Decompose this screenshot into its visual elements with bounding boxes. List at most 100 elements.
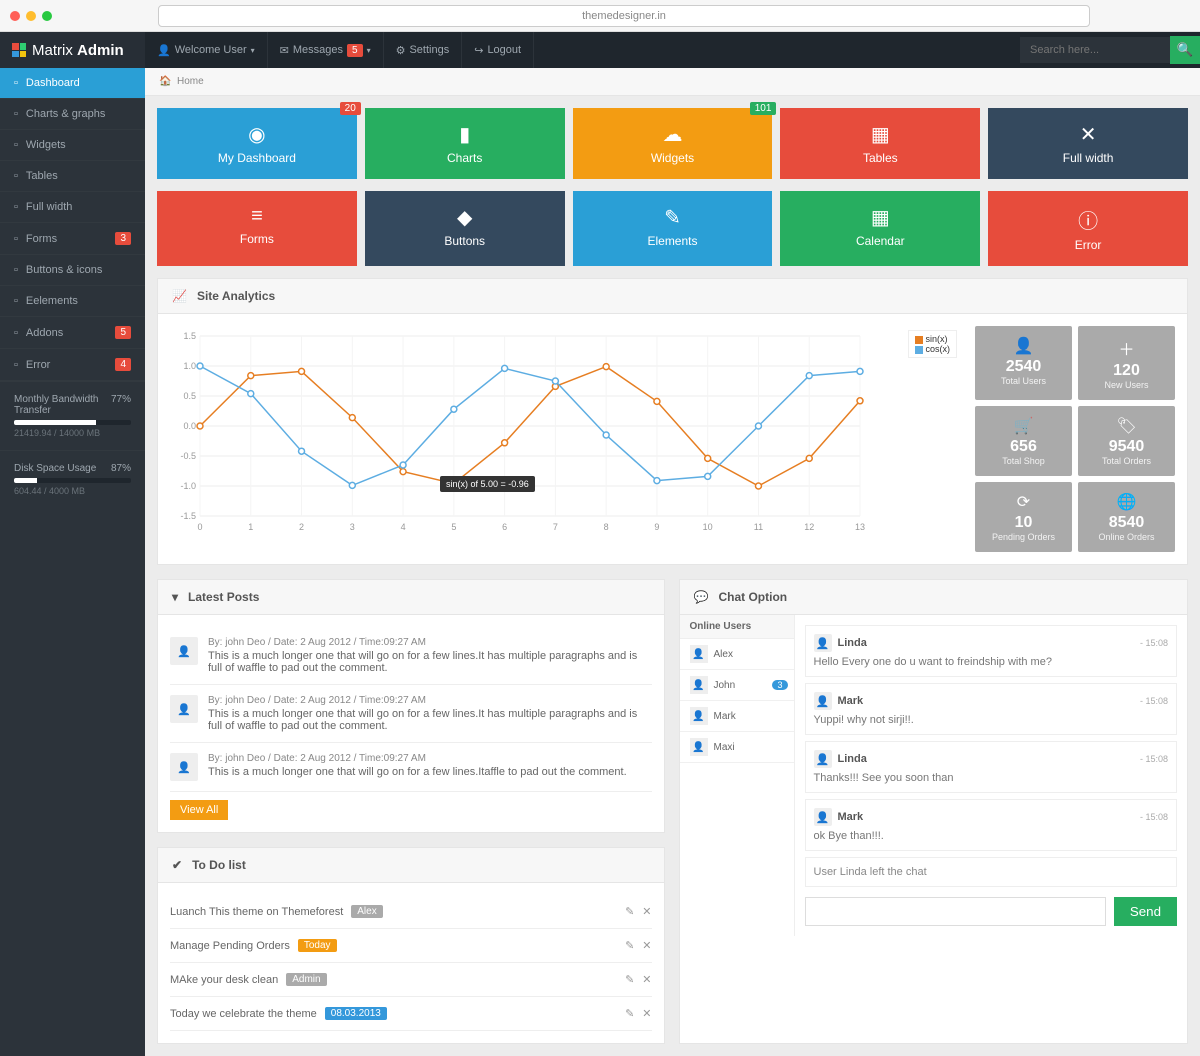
post-item: 👤By: john Deo / Date: 2 Aug 2012 / Time:… — [170, 685, 652, 743]
stat-card-total-shop[interactable]: 🛒656Total Shop — [975, 406, 1072, 476]
sidebar-item-buttons-icons[interactable]: ▫Buttons & icons — [0, 255, 145, 286]
todo-item: Manage Pending Orders Today✎✕ — [170, 929, 652, 963]
tile-icon: ▦ — [780, 205, 980, 230]
menu-icon: ▫ — [14, 327, 18, 339]
tile-full-width[interactable]: ✕Full width — [988, 108, 1188, 179]
avatar: 👤 — [170, 753, 198, 781]
messages-menu[interactable]: ✉Messages5 ▾ — [268, 32, 384, 68]
svg-text:-0.5: -0.5 — [180, 451, 196, 461]
sidebar-item-widgets[interactable]: ▫Widgets — [0, 130, 145, 161]
brand-text: Matrix Admin — [32, 42, 124, 59]
close-window[interactable] — [10, 11, 20, 21]
svg-text:5: 5 — [451, 522, 456, 532]
chat-send-button[interactable]: Send — [1114, 897, 1177, 926]
sidebar-item-dashboard[interactable]: ▫Dashboard — [0, 68, 145, 99]
sidebar-item-error[interactable]: ▫Error4 — [0, 349, 145, 381]
todo-item: Today we celebrate the theme 08.03.2013✎… — [170, 997, 652, 1031]
tile-tables[interactable]: ▦Tables — [780, 108, 980, 179]
stat-icon: 🌐 — [1082, 492, 1171, 512]
edit-icon[interactable]: ✎ — [625, 939, 634, 952]
stat-card-pending-orders[interactable]: ⟳10Pending Orders — [975, 482, 1072, 552]
tile-charts[interactable]: ▮Charts — [365, 108, 565, 179]
todo-item: MAke your desk clean Admin✎✕ — [170, 963, 652, 997]
svg-text:10: 10 — [703, 522, 713, 532]
delete-icon[interactable]: ✕ — [642, 939, 651, 952]
edit-icon[interactable]: ✎ — [625, 1007, 634, 1020]
line-chart: -1.5-1.0-0.50.00.51.01.50123456789101112… — [170, 326, 963, 552]
chat-status: User Linda left the chat — [805, 857, 1178, 887]
brand[interactable]: Matrix Admin — [0, 32, 145, 68]
stat-card-total-users[interactable]: 👤2540Total Users — [975, 326, 1072, 400]
svg-text:11: 11 — [754, 522, 763, 532]
online-user-john[interactable]: 👤John3 — [680, 670, 794, 701]
online-user-maxi[interactable]: 👤Maxi — [680, 732, 794, 763]
logout-icon: ↪ — [474, 44, 483, 57]
avatar: 👤 — [814, 692, 832, 710]
menu-icon: ▫ — [14, 264, 18, 276]
view-all-button[interactable]: View All — [170, 800, 228, 820]
search-button[interactable]: 🔍 — [1170, 36, 1200, 64]
chevron-down-icon[interactable]: ▾ — [172, 590, 178, 604]
todo-item: Luanch This theme on Themeforest Alex✎✕ — [170, 895, 652, 929]
delete-icon[interactable]: ✕ — [642, 905, 651, 918]
minimize-window[interactable] — [26, 11, 36, 21]
tile-icon: ≡ — [157, 205, 357, 228]
online-user-alex[interactable]: 👤Alex — [680, 639, 794, 670]
content: 🏠 Home 20◉My Dashboard▮Charts101☁Widgets… — [145, 68, 1200, 1056]
avatar: 👤 — [690, 645, 708, 663]
search-box: 🔍 — [1020, 36, 1200, 64]
sidebar-item-eelements[interactable]: ▫Eelements — [0, 286, 145, 317]
welcome-user-menu[interactable]: 👤Welcome User ▾ — [145, 32, 268, 68]
tile-elements[interactable]: ✎Elements — [573, 191, 773, 266]
svg-text:1.5: 1.5 — [183, 331, 196, 341]
maximize-window[interactable] — [42, 11, 52, 21]
logout-link[interactable]: ↪Logout — [462, 32, 534, 68]
sidebar-item-full-width[interactable]: ▫Full width — [0, 192, 145, 223]
tile-icon: ◆ — [365, 205, 565, 230]
sidebar-item-charts-graphs[interactable]: ▫Charts & graphs — [0, 99, 145, 130]
url-bar[interactable]: themedesigner.in — [158, 5, 1090, 27]
svg-text:-1.0: -1.0 — [180, 481, 196, 491]
tile-buttons[interactable]: ◆Buttons — [365, 191, 565, 266]
tile-icon: ✎ — [573, 205, 773, 230]
svg-text:7: 7 — [553, 522, 558, 532]
avatar: 👤 — [690, 707, 708, 725]
menu-icon: ▫ — [14, 77, 18, 89]
tile-icon: ▮ — [365, 122, 565, 147]
settings-link[interactable]: ⚙Settings — [384, 32, 463, 68]
stat-icon: 👤 — [979, 336, 1068, 356]
stat-card-total-orders[interactable]: 🏷9540Total Orders — [1078, 406, 1175, 476]
delete-icon[interactable]: ✕ — [642, 973, 651, 986]
sidebar-item-addons[interactable]: ▫Addons5 — [0, 317, 145, 349]
tile-forms[interactable]: ≡Forms — [157, 191, 357, 266]
edit-icon[interactable]: ✎ — [625, 973, 634, 986]
avatar: 👤 — [690, 676, 708, 694]
top-nav: 👤Welcome User ▾ ✉Messages5 ▾ ⚙Settings ↪… — [145, 32, 534, 68]
chart-tooltip: sin(x) of 5.00 = -0.96 — [440, 476, 535, 492]
svg-text:12: 12 — [804, 522, 814, 532]
svg-text:0.5: 0.5 — [183, 391, 196, 401]
stat-icon: 🏷 — [1082, 416, 1171, 436]
online-user-mark[interactable]: 👤Mark — [680, 701, 794, 732]
todo-panel: ✔To Do list Luanch This theme on Themefo… — [157, 847, 665, 1044]
search-icon: 🔍 — [1177, 42, 1194, 57]
user-count-badge: 3 — [772, 680, 787, 690]
edit-icon[interactable]: ✎ — [625, 905, 634, 918]
delete-icon[interactable]: ✕ — [642, 1007, 651, 1020]
tile-calendar[interactable]: ▦Calendar — [780, 191, 980, 266]
stat-card-new-users[interactable]: ＋120New Users — [1078, 326, 1175, 400]
sidebar-item-tables[interactable]: ▫Tables — [0, 161, 145, 192]
tiles-row-1: 20◉My Dashboard▮Charts101☁Widgets▦Tables… — [145, 96, 1200, 191]
menu-icon: ▫ — [14, 139, 18, 151]
stat-card-online-orders[interactable]: 🌐8540Online Orders — [1078, 482, 1175, 552]
chat-input[interactable] — [805, 897, 1106, 926]
search-input[interactable] — [1020, 37, 1170, 63]
sidebar-item-forms[interactable]: ▫Forms3 — [0, 223, 145, 255]
tile-my-dashboard[interactable]: 20◉My Dashboard — [157, 108, 357, 179]
tile-widgets[interactable]: 101☁Widgets — [573, 108, 773, 179]
tiles-row-2: ≡Forms◆Buttons✎Elements▦CalendarⓘError — [145, 191, 1200, 278]
tile-error[interactable]: ⓘError — [988, 191, 1188, 266]
stat-cards: 👤2540Total Users＋120New Users🛒656Total S… — [975, 326, 1175, 552]
menu-icon: ▫ — [14, 170, 18, 182]
svg-text:1: 1 — [248, 522, 253, 532]
